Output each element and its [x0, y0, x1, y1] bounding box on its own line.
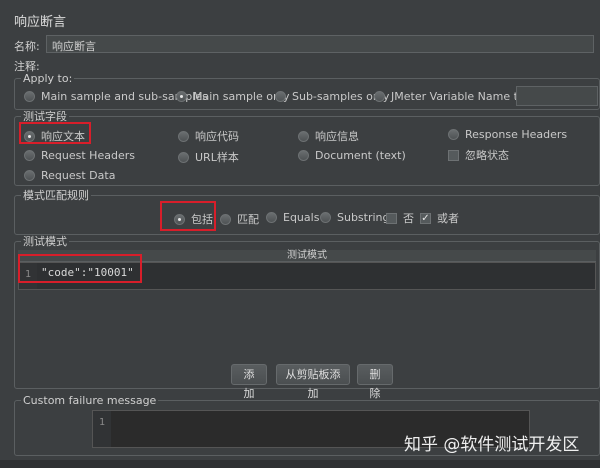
ignore-status-label: 忽略状态: [465, 149, 509, 162]
field-response-headers-radio[interactable]: Response Headers: [448, 128, 567, 141]
checkbox-box: [448, 149, 459, 161]
checkmark-icon: ✓: [420, 212, 431, 224]
not-checkbox[interactable]: 否: [386, 210, 414, 226]
field-option-label: Response Headers: [465, 128, 568, 141]
comment-field[interactable]: [46, 55, 594, 70]
delete-button[interactable]: 删除: [357, 364, 393, 400]
ignore-status-checkbox[interactable]: 忽略状态: [448, 147, 509, 163]
not-label: 否: [403, 212, 414, 225]
or-checkbox[interactable]: ✓ 或者: [420, 210, 459, 226]
rule-equals-radio[interactable]: Equals: [266, 211, 319, 224]
field-response-message-radio[interactable]: 响应信息: [298, 128, 359, 144]
apply-to-legend: Apply to:: [21, 72, 75, 85]
field-url-sample-radio[interactable]: URL样本: [178, 149, 239, 165]
radio-dot: [298, 130, 309, 142]
radio-dot: [266, 212, 277, 223]
patterns-legend: 测试模式: [21, 235, 69, 248]
radio-dot-selected: [176, 91, 187, 102]
line-number: 1: [93, 411, 111, 447]
apply-sub-only-radio[interactable]: Sub-samples only: [275, 90, 389, 103]
add-button[interactable]: 添加: [231, 364, 267, 400]
field-request-data-radio[interactable]: Request Data: [24, 169, 115, 182]
radio-dot: [220, 213, 231, 225]
highlight-box: [18, 254, 142, 283]
rule-option-label: 匹配: [237, 213, 259, 226]
field-option-label: Request Data: [41, 169, 116, 182]
field-document-text-radio[interactable]: Document (text): [298, 149, 406, 162]
or-label: 或者: [437, 212, 459, 225]
field-option-label: 响应代码: [195, 130, 239, 143]
field-request-headers-radio[interactable]: Request Headers: [24, 149, 135, 162]
radio-dot: [24, 170, 35, 181]
radio-dot: [178, 130, 189, 142]
name-label: 名称:: [14, 40, 40, 53]
apply-main-only-radio[interactable]: Main sample only: [176, 90, 290, 103]
watermark: 知乎 @软件测试开发区: [404, 435, 580, 455]
name-field[interactable]: 响应断言: [46, 35, 594, 53]
radio-dot: [24, 150, 35, 161]
bottom-edge: [0, 460, 600, 468]
panel-title: 响应断言: [14, 15, 67, 30]
field-option-label: Request Headers: [41, 149, 135, 162]
field-option-label: 响应信息: [315, 130, 359, 143]
add-from-clipboard-button[interactable]: 从剪贴板添加: [276, 364, 350, 400]
rule-matches-radio[interactable]: 匹配: [220, 211, 259, 227]
failure-legend: Custom failure message: [21, 394, 159, 407]
radio-dot: [448, 129, 459, 140]
highlight-box: [19, 122, 91, 144]
jmeter-variable-field[interactable]: [516, 86, 598, 106]
rule-substring-radio[interactable]: Substring: [320, 211, 390, 224]
highlight-box: [160, 201, 216, 231]
radio-dot: [320, 212, 331, 223]
rule-option-label: Equals: [283, 211, 320, 224]
field-option-label: Document (text): [315, 149, 406, 162]
field-option-label: URL样本: [195, 151, 239, 164]
radio-dot: [275, 91, 286, 102]
pattern-rules-legend: 模式匹配规则: [21, 189, 91, 202]
radio-dot: [178, 151, 189, 163]
radio-dot: [374, 91, 385, 102]
checkbox-box: [386, 212, 397, 224]
radio-dot: [298, 150, 309, 161]
rule-option-label: Substring: [337, 211, 390, 224]
radio-dot: [24, 91, 35, 102]
field-response-code-radio[interactable]: 响应代码: [178, 128, 239, 144]
